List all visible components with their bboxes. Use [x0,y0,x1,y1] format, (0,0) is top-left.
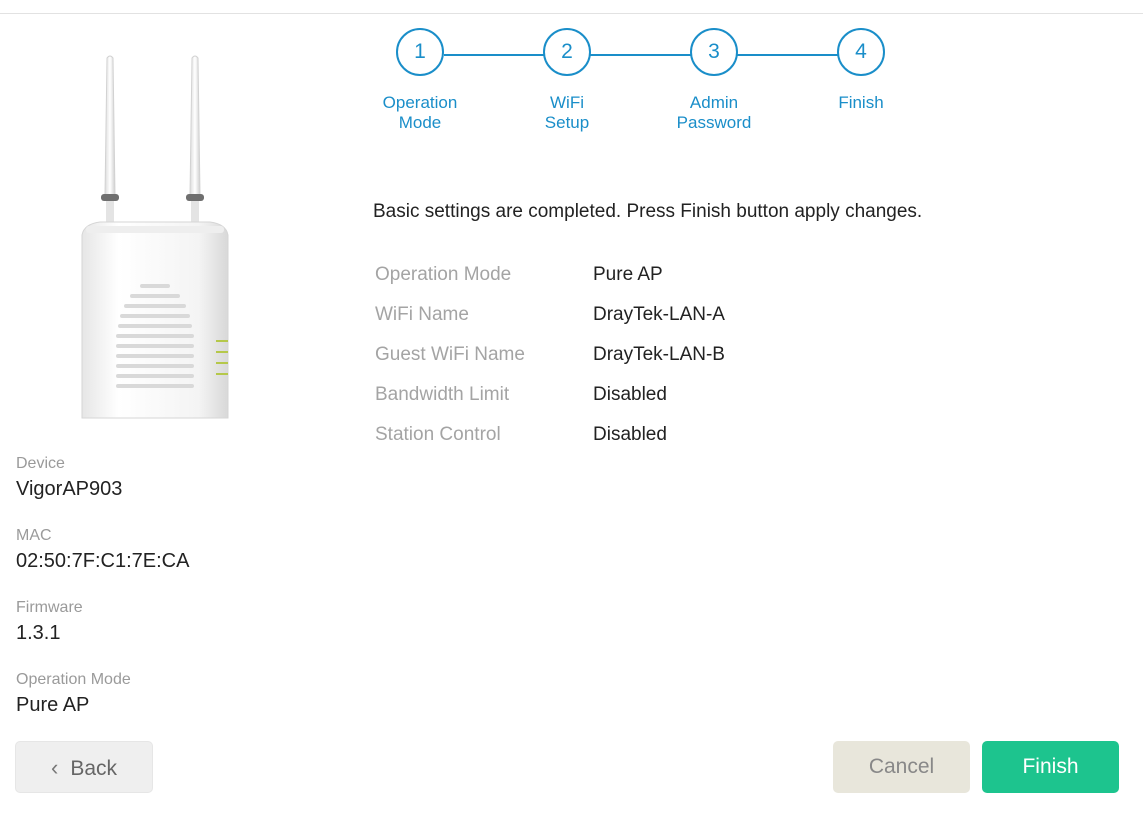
device-image [70,50,240,430]
step-finish: 4 Finish [801,28,921,113]
summary-label: Station Control [375,424,501,445]
completion-message: Basic settings are completed. Press Fini… [373,201,923,222]
summary-row: Operation Mode Pure AP [375,255,725,295]
operation-mode-value: Pure AP [16,694,90,716]
summary-value: Pure AP [593,264,663,285]
step-admin-password: 3 Admin Password [654,28,774,133]
summary-label: Operation Mode [375,264,512,285]
cancel-button[interactable]: Cancel [833,741,970,793]
step-label: Mode [398,113,442,132]
step-label: Admin [689,93,739,112]
step-label: Password [676,113,752,132]
back-button-label: Back [70,757,117,780]
summary-value: DrayTek-LAN-B [593,344,725,365]
summary-row: WiFi Name DrayTek-LAN-A [375,295,725,335]
summary-row: Guest WiFi Name DrayTek-LAN-B [375,335,725,375]
setup-stepper: 1 Operation Mode 2 WiFi Setup 3 Admin Pa… [360,28,940,148]
firmware-value: 1.3.1 [16,622,61,644]
device-label: Device [16,455,65,472]
summary-row: Bandwidth Limit Disabled [375,375,725,415]
mac-label: MAC [16,527,52,544]
step-number: 3 [690,28,738,76]
step-number: 1 [396,28,444,76]
step-number: 2 [543,28,591,76]
device-value: VigorAP903 [16,478,123,500]
summary-label: Bandwidth Limit [375,384,510,405]
summary-label: Guest WiFi Name [375,344,525,365]
step-operation-mode: 1 Operation Mode [360,28,480,133]
summary-value: Disabled [593,424,667,445]
step-label: Finish [838,93,884,112]
back-button[interactable]: ‹ Back [15,741,153,793]
top-divider [0,13,1143,14]
settings-summary: Operation Mode Pure AP WiFi Name DrayTek… [375,255,725,455]
summary-label: WiFi Name [375,304,469,325]
step-label: Operation [382,93,458,112]
firmware-label: Firmware [16,599,83,616]
summary-value: DrayTek-LAN-A [593,304,725,325]
step-wifi-setup: 2 WiFi Setup [507,28,627,133]
step-label: WiFi [550,93,584,112]
operation-mode-label: Operation Mode [16,671,131,688]
summary-value: Disabled [593,384,667,405]
chevron-left-icon: ‹ [50,755,59,780]
step-number: 4 [837,28,885,76]
finish-button[interactable]: Finish [982,741,1119,793]
step-label: Setup [544,113,590,132]
device-info-panel: Device VigorAP903 MAC 02:50:7F:C1:7E:CA … [16,454,276,742]
mac-value: 02:50:7F:C1:7E:CA [16,550,190,572]
summary-row: Station Control Disabled [375,415,725,455]
